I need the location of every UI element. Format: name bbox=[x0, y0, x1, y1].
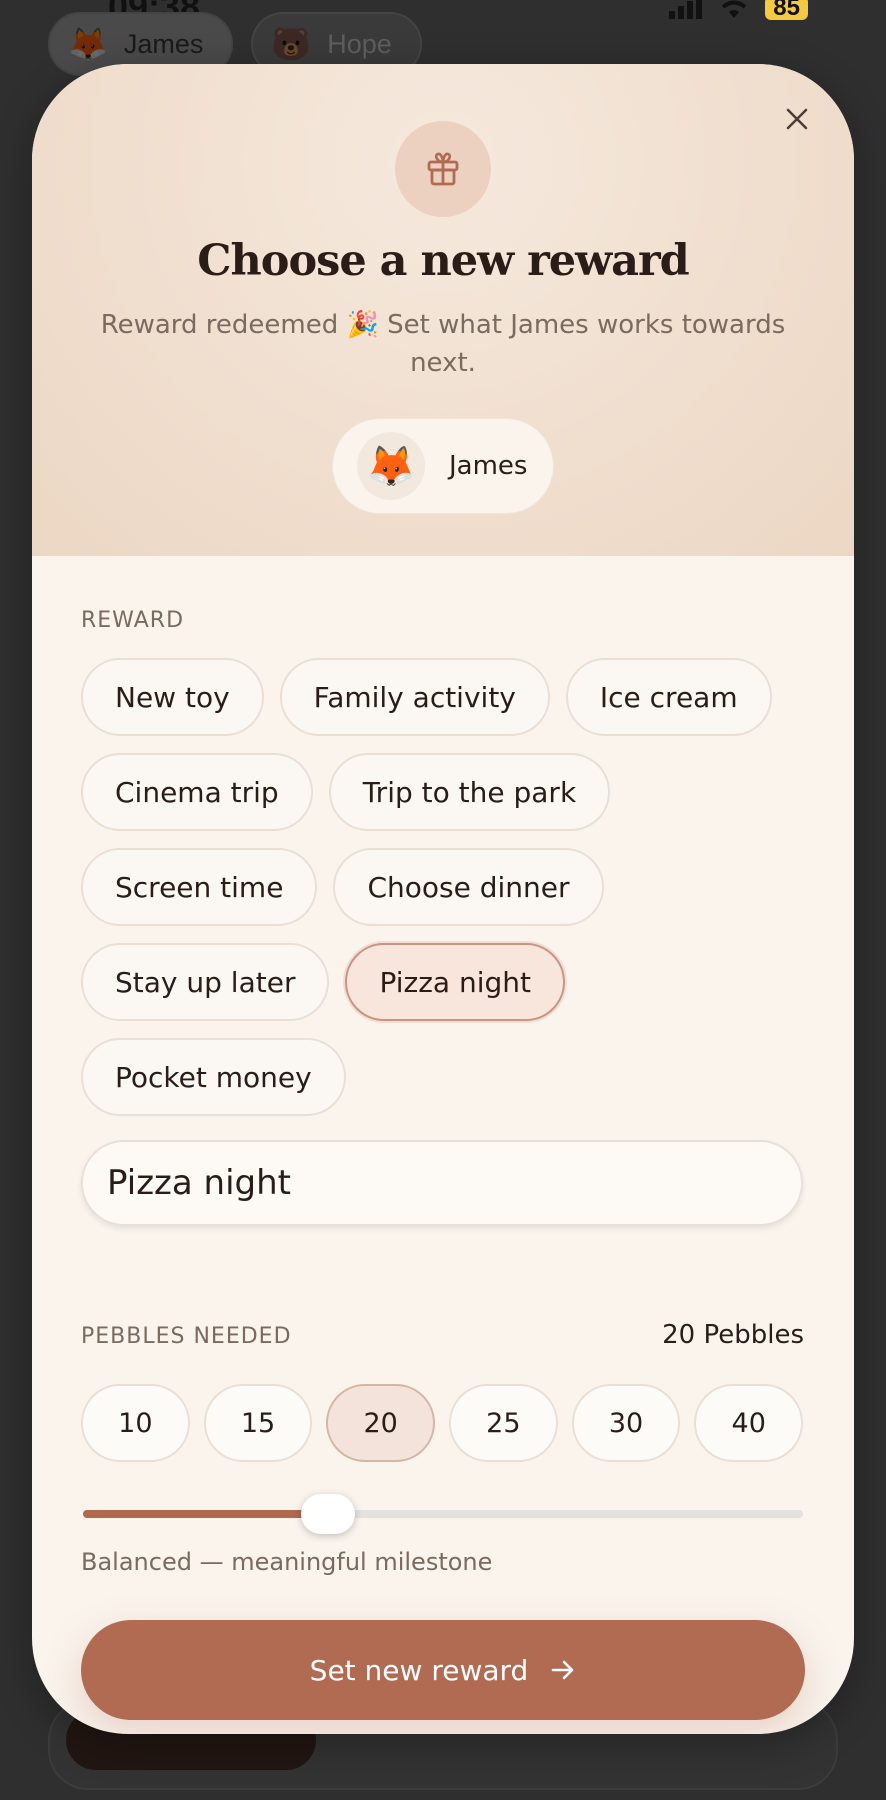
profile-name: James bbox=[123, 28, 204, 59]
reward-chip-cinema-trip[interactable]: Cinema trip bbox=[81, 753, 313, 831]
reward-chip-pocket-money[interactable]: Pocket money bbox=[81, 1038, 346, 1116]
child-name: James bbox=[449, 451, 528, 481]
pebbles-section-label: PEBBLES NEEDED bbox=[81, 1324, 292, 1349]
pebbles-hint: Balanced — meaningful milestone bbox=[81, 1548, 493, 1576]
pebbles-value: 20 Pebbles bbox=[662, 1320, 804, 1350]
new-reward-sheet: Choose a new reward Reward redeemed 🎉 Se… bbox=[32, 64, 854, 1734]
reward-chip-pizza-night[interactable]: Pizza night bbox=[345, 943, 565, 1021]
pebble-options: 10 15 20 25 30 40 bbox=[81, 1384, 804, 1462]
wifi-icon bbox=[722, 0, 747, 18]
cta-label: Set new reward bbox=[309, 1653, 529, 1687]
reward-chip-choose-dinner[interactable]: Choose dinner bbox=[333, 848, 604, 926]
pebbles-slider[interactable] bbox=[83, 1494, 803, 1534]
pebble-option-40[interactable]: 40 bbox=[694, 1384, 804, 1462]
avatar: 🦊 bbox=[357, 432, 425, 500]
reward-chip-family-activity[interactable]: Family activity bbox=[279, 658, 550, 736]
gift-icon bbox=[427, 152, 459, 186]
reward-name-input[interactable] bbox=[81, 1140, 803, 1226]
slider-fill bbox=[83, 1510, 328, 1518]
sheet-header: Choose a new reward Reward redeemed 🎉 Se… bbox=[32, 64, 854, 556]
reward-chip-trip-to-park[interactable]: Trip to the park bbox=[328, 753, 611, 831]
sheet-subtitle: Reward redeemed 🎉 Set what James works t… bbox=[100, 310, 786, 378]
pebble-option-10[interactable]: 10 bbox=[81, 1384, 190, 1462]
reward-chip-stay-up-later[interactable]: Stay up later bbox=[81, 943, 330, 1021]
pebble-option-25[interactable]: 25 bbox=[449, 1384, 558, 1462]
gift-badge bbox=[395, 121, 491, 217]
close-button[interactable] bbox=[772, 94, 822, 144]
reward-section-label: REWARD bbox=[81, 608, 185, 633]
pebble-option-30[interactable]: 30 bbox=[571, 1384, 681, 1462]
reward-options: New toy Family activity Ice cream Cinema… bbox=[81, 658, 811, 1133]
reward-chip-new-toy[interactable]: New toy bbox=[81, 658, 264, 736]
signal-icon bbox=[669, 0, 703, 19]
profile-name: Hope bbox=[327, 28, 392, 59]
pebble-option-15[interactable]: 15 bbox=[203, 1384, 313, 1462]
child-pill: 🦊 James bbox=[332, 418, 554, 514]
status-icons: 85 bbox=[669, 0, 808, 20]
set-new-reward-button[interactable]: Set new reward bbox=[81, 1620, 805, 1720]
sheet-title: Choose a new reward bbox=[197, 236, 689, 286]
slider-thumb[interactable] bbox=[300, 1494, 355, 1534]
battery-indicator: 85 bbox=[765, 0, 808, 20]
close-icon bbox=[786, 108, 808, 130]
reward-chip-screen-time[interactable]: Screen time bbox=[81, 848, 318, 926]
bear-icon: 🐻 bbox=[271, 26, 312, 62]
fox-icon: 🦊 bbox=[68, 26, 108, 62]
arrow-right-icon bbox=[552, 1660, 574, 1680]
reward-chip-ice-cream[interactable]: Ice cream bbox=[565, 658, 772, 736]
pebble-option-20[interactable]: 20 bbox=[326, 1384, 436, 1462]
